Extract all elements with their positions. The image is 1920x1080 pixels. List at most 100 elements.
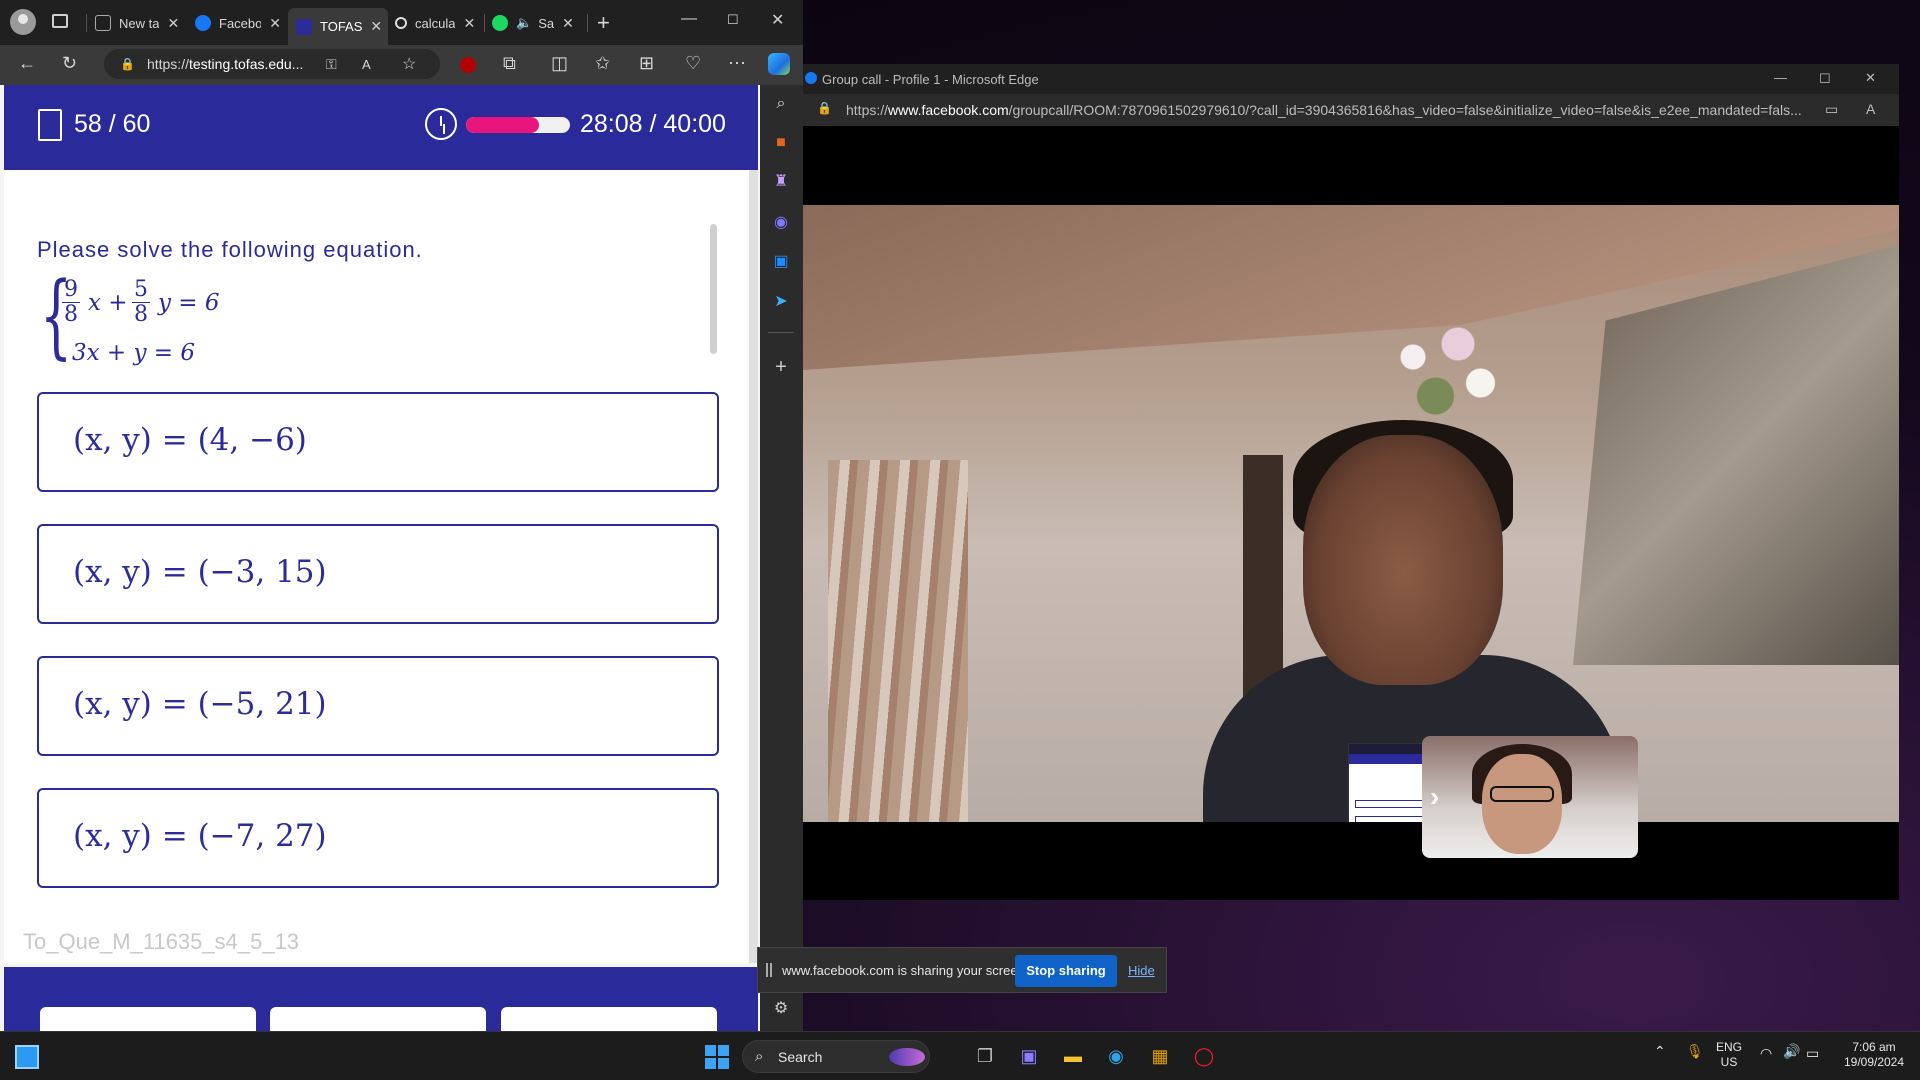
maximize-icon[interactable]: ☐: [727, 12, 739, 28]
favorites-icon[interactable]: ✩: [595, 53, 610, 74]
start-logo-tile: [718, 1045, 729, 1056]
collections-icon[interactable]: ⊞: [639, 53, 654, 74]
telegram-icon[interactable]: ➤: [772, 293, 790, 311]
microphone-icon[interactable]: 🎙: [1686, 1044, 1704, 1059]
footer-button-1[interactable]: [40, 1007, 256, 1031]
answer-option-3[interactable]: (x, y) = (−5, 21): [37, 656, 719, 756]
refresh-icon[interactable]: ↻: [62, 53, 77, 74]
close-window-icon[interactable]: ✕: [771, 10, 784, 30]
sharing-message: www.facebook.com is sharing your screen.: [782, 963, 1029, 978]
close-tab-icon[interactable]: ✕: [269, 15, 281, 32]
self-view-video[interactable]: ›: [1422, 736, 1638, 858]
address-bar[interactable]: 🔒 https://testing.tofas.edu... ⚿ A ☆: [104, 49, 440, 79]
mini-option: [1355, 800, 1427, 808]
ublock-extension-icon[interactable]: [460, 57, 476, 73]
chevron-up-icon[interactable]: ⌃: [1654, 1044, 1666, 1059]
tab-actions-icon[interactable]: [52, 14, 68, 28]
browser-essentials-icon[interactable]: ♡: [685, 53, 701, 74]
teams-icon[interactable]: ▣: [1016, 1043, 1042, 1069]
shopping-icon[interactable]: ■: [772, 134, 790, 152]
stop-sharing-button[interactable]: Stop sharing: [1015, 955, 1117, 987]
minimize-icon[interactable]: —: [681, 10, 697, 28]
clock-date: 19/09/2024: [1843, 1055, 1905, 1069]
wifi-icon[interactable]: ◠: [1760, 1046, 1772, 1061]
search-icon: [395, 17, 407, 29]
start-button[interactable]: [705, 1045, 729, 1069]
taskbar-search-label: Search: [778, 1049, 823, 1065]
tab-calculator[interactable]: calcula ✕: [395, 8, 477, 38]
edge-icon[interactable]: ◉: [1103, 1043, 1129, 1069]
close-window-icon[interactable]: ✕: [1865, 70, 1876, 86]
url-host: testing.tofas.edu...: [188, 56, 304, 72]
footer-button-2[interactable]: [270, 1007, 486, 1031]
outlook-icon[interactable]: ▣: [772, 253, 790, 271]
search-icon[interactable]: ⌕: [772, 95, 790, 113]
tab-facebook[interactable]: Facebo ✕: [195, 8, 281, 38]
minimize-icon[interactable]: —: [1774, 70, 1787, 85]
quiz-footer: [4, 967, 758, 1031]
games-icon[interactable]: ◉: [772, 214, 790, 232]
question-id: To_Que_M_11635_s4_5_13: [23, 929, 300, 954]
page-scrollbar[interactable]: [749, 170, 758, 963]
clock[interactable]: 7:06 am 19/09/2024: [1836, 1040, 1912, 1070]
tools-icon[interactable]: ♜: [772, 173, 790, 191]
drag-handle-icon[interactable]: [766, 963, 772, 977]
read-aloud-icon[interactable]: A: [1866, 101, 1875, 117]
read-aloud-icon[interactable]: A: [362, 57, 371, 72]
close-tab-icon[interactable]: ✕: [370, 18, 382, 35]
battery-icon[interactable]: ▭: [1806, 1046, 1819, 1061]
video-scene-picture-frame: [1573, 245, 1899, 665]
settings-gear-icon[interactable]: ⚙: [772, 1000, 790, 1018]
fraction-b: 5 8: [132, 278, 150, 327]
key-icon[interactable]: ⚿: [326, 56, 337, 73]
fraction-b-numerator: 5: [132, 277, 150, 303]
opera-icon[interactable]: ◯: [1191, 1043, 1217, 1069]
question-prompt: Please solve the following equation.: [37, 237, 423, 262]
facebook-call-window: Group call - Profile 1 - Microsoft Edge …: [803, 64, 1899, 900]
chevron-right-icon[interactable]: ›: [1430, 781, 1439, 813]
fraction-a-denominator: 8: [64, 302, 78, 327]
lock-icon: 🔒: [120, 57, 135, 71]
url-prefix: https://: [846, 102, 889, 118]
widgets-icon[interactable]: [15, 1045, 39, 1069]
split-screen-icon[interactable]: ◫: [551, 53, 568, 74]
mini-option: [1355, 816, 1427, 822]
speaker-icon[interactable]: 🔈: [516, 15, 532, 31]
close-tab-icon[interactable]: ✕: [463, 15, 475, 32]
copilot-icon[interactable]: [768, 53, 790, 75]
more-menu-icon[interactable]: ⋯: [728, 53, 746, 74]
footer-button-3[interactable]: [501, 1007, 717, 1031]
tab-new-tab[interactable]: New ta ✕: [95, 8, 181, 38]
start-logo-tile: [705, 1058, 716, 1069]
add-icon[interactable]: +: [772, 357, 790, 377]
tab-strip: New ta ✕ Facebo ✕ TOFAS ✕ calcula ✕ 🔈 Sa…: [0, 0, 803, 45]
new-tab-button[interactable]: +: [597, 10, 610, 36]
task-view-icon[interactable]: ❐: [972, 1043, 998, 1069]
answer-option-1[interactable]: (x, y) = (4, −6): [37, 392, 719, 492]
close-tab-icon[interactable]: ✕: [167, 15, 179, 32]
microsoft-store-icon[interactable]: ▦: [1147, 1043, 1173, 1069]
file-explorer-icon[interactable]: ▬: [1060, 1043, 1086, 1069]
taskbar: ⌕ Search ❐ ▣ ▬ ◉ ▦ ◯ ⌃ 🎙 ENG US ◠ 🔊 ▭ 7:…: [0, 1031, 1920, 1080]
url-path: /groupcall/ROOM:7870961502979610/?call_i…: [1008, 102, 1802, 118]
tab-spotify[interactable]: 🔈 Sa ✕: [492, 8, 580, 38]
taskbar-search[interactable]: ⌕ Search: [742, 1040, 930, 1073]
screen-sharing-bar: www.facebook.com is sharing your screen.…: [757, 947, 1167, 993]
favorite-star-icon[interactable]: ☆: [402, 54, 416, 74]
volume-icon[interactable]: 🔊: [1783, 1044, 1800, 1059]
tab-tofas[interactable]: TOFAS ✕: [288, 8, 388, 45]
extensions-icon[interactable]: ⧉: [503, 53, 516, 74]
language-indicator[interactable]: ENG US: [1716, 1040, 1742, 1070]
close-tab-icon[interactable]: ✕: [562, 15, 574, 32]
hide-link[interactable]: Hide: [1128, 963, 1155, 978]
camera-icon[interactable]: ▭: [1825, 101, 1838, 118]
call-address-bar[interactable]: 🔒 https://www.facebook.com/groupcall/ROO…: [803, 94, 1899, 126]
back-arrow-icon[interactable]: ←: [18, 53, 36, 74]
maximize-icon[interactable]: ☐: [1819, 71, 1831, 87]
participant-face: [1482, 754, 1562, 854]
profile-avatar-icon[interactable]: [10, 9, 36, 35]
answer-option-2[interactable]: (x, y) = (−3, 15): [37, 524, 719, 624]
answer-option-4[interactable]: (x, y) = (−7, 27): [37, 788, 719, 888]
question-scrollbar[interactable]: [710, 224, 717, 354]
answer-text: (x, y) = (−3, 15): [73, 554, 327, 590]
